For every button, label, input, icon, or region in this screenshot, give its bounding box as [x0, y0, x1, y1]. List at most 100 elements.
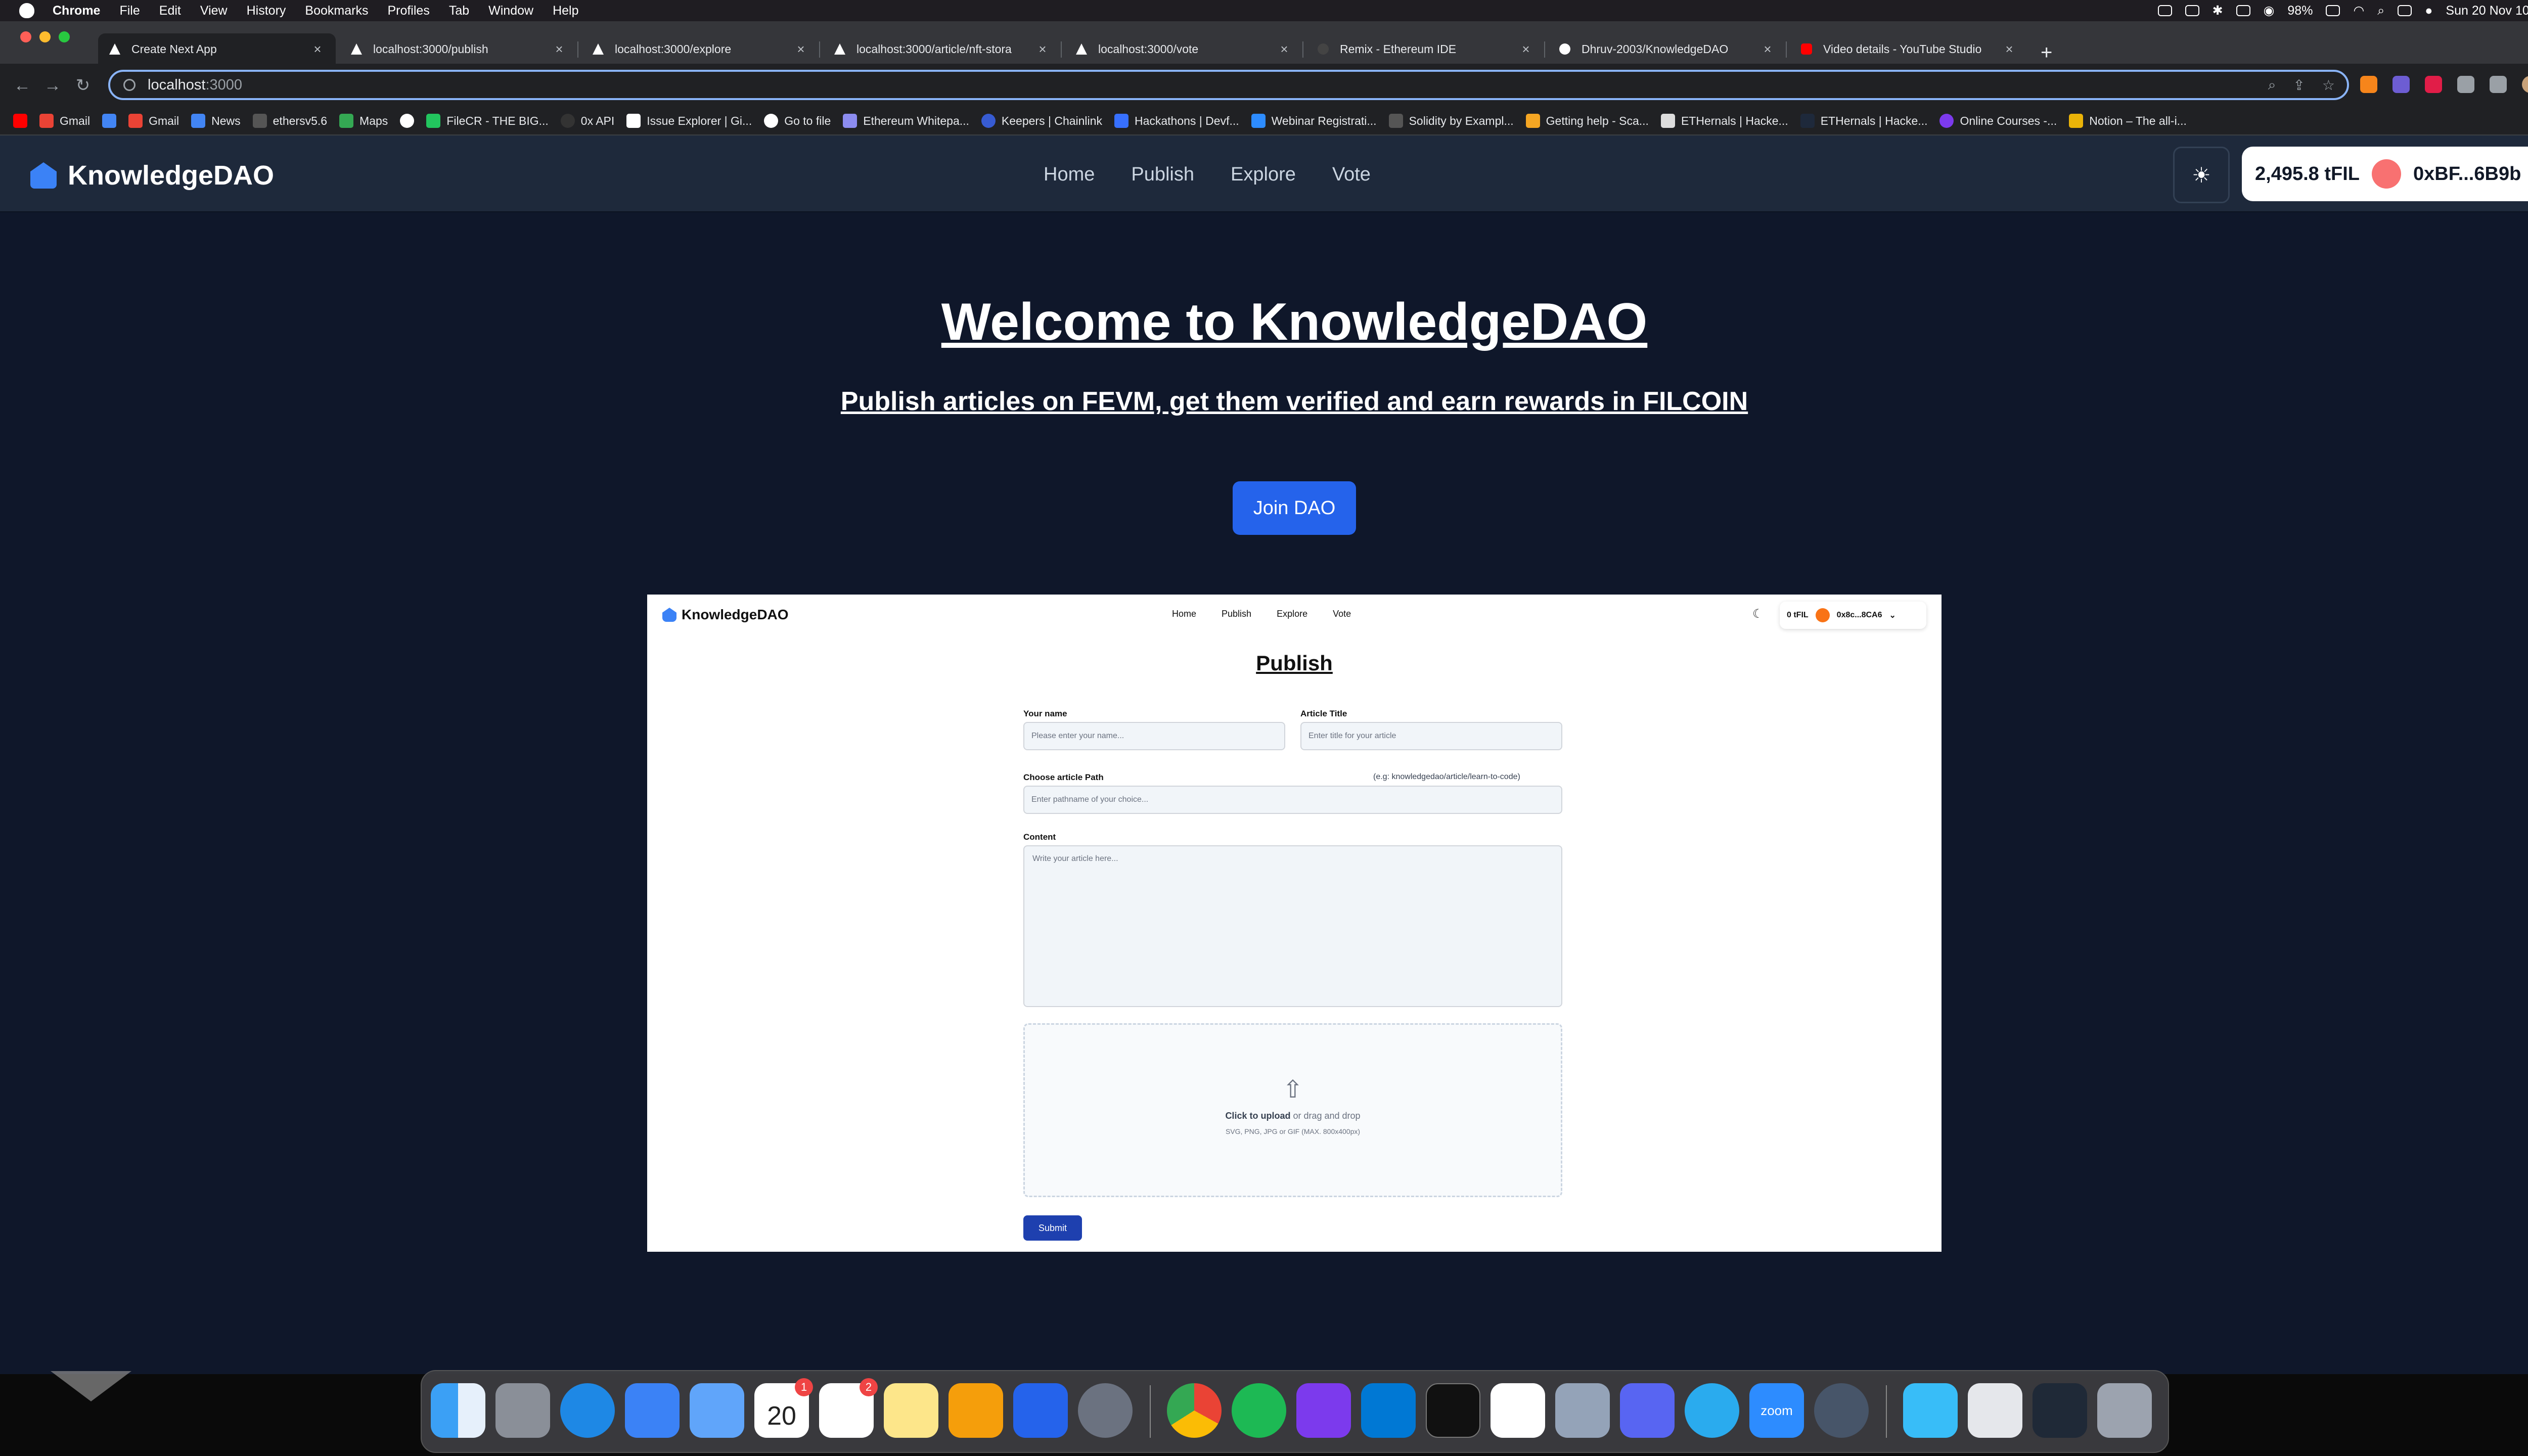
menu-edit[interactable]: Edit — [159, 4, 181, 18]
bookmark-item[interactable] — [400, 114, 415, 128]
bookmark-item[interactable]: News — [191, 114, 241, 128]
discord-icon[interactable] — [1620, 1383, 1675, 1438]
reminders-icon[interactable]: 2 — [819, 1378, 878, 1438]
zoom-icon[interactable]: zoom — [1749, 1383, 1804, 1438]
tab-explore[interactable]: localhost:3000/explore × — [581, 33, 820, 65]
control-center-icon[interactable] — [2398, 5, 2412, 16]
menu-window[interactable]: Window — [488, 4, 533, 18]
reload-icon[interactable]: ↻ — [68, 75, 98, 96]
notes-icon[interactable] — [884, 1383, 938, 1438]
bookmark-item[interactable]: Getting help - Sca... — [1525, 114, 1649, 128]
forward-icon[interactable]: → — [37, 76, 68, 96]
notion-icon[interactable] — [1491, 1383, 1545, 1438]
bluetooth-icon[interactable]: ✱ — [2213, 3, 2223, 18]
close-tab-icon[interactable]: × — [1760, 41, 1775, 57]
battery-icon[interactable] — [2326, 5, 2340, 16]
bookmark-star-icon[interactable]: ☆ — [2322, 77, 2335, 94]
quicktime-icon[interactable] — [1814, 1383, 1869, 1438]
status-icon[interactable] — [2157, 5, 2172, 16]
safari-icon[interactable] — [560, 1383, 615, 1438]
tab-github[interactable]: Dhruv-2003/KnowledgeDAO × — [1548, 33, 1787, 65]
wifi-icon[interactable]: ◠ — [2353, 3, 2364, 18]
menu-profiles[interactable]: Profiles — [387, 4, 429, 18]
tab-remix[interactable]: Remix - Ethereum IDE × — [1306, 33, 1545, 65]
close-tab-icon[interactable]: × — [1035, 41, 1050, 57]
back-icon[interactable]: ← — [7, 76, 37, 96]
mail-icon[interactable] — [625, 1383, 680, 1438]
menu-bookmarks[interactable]: Bookmarks — [305, 4, 368, 18]
app-store-icon[interactable] — [1013, 1383, 1068, 1438]
bookmark-item[interactable] — [102, 114, 117, 128]
system-settings-icon[interactable] — [1078, 1383, 1133, 1438]
new-tab-button[interactable]: + — [2041, 41, 2052, 64]
nav-home[interactable]: Home — [1044, 164, 1095, 186]
play-icon[interactable]: ◉ — [2264, 3, 2275, 18]
close-tab-icon[interactable]: × — [552, 41, 566, 57]
bookmark-item[interactable]: Notion – The all-i... — [2069, 114, 2187, 128]
bookmark-item[interactable]: Maps — [339, 114, 388, 128]
chrome-icon[interactable] — [1167, 1383, 1222, 1438]
vscode-icon[interactable] — [1361, 1383, 1416, 1438]
tab-create-next-app[interactable]: Create Next App × — [98, 33, 336, 65]
wallet-button[interactable]: 2,495.8 tFIL 0xBF...6B9b ⌄ — [2242, 147, 2528, 201]
bookmark-item[interactable]: Ethereum Whitepa... — [843, 114, 969, 128]
status-icon[interactable] — [2236, 5, 2250, 16]
downloads-folder-icon[interactable] — [1903, 1383, 1958, 1438]
metamask-icon[interactable] — [2360, 76, 2377, 93]
close-tab-icon[interactable]: × — [2002, 41, 2016, 57]
menubar-datetime[interactable]: Sun 20 Nov 10:00 PM — [2446, 4, 2528, 18]
bookmark-item[interactable]: ETHernals | Hacke... — [1800, 114, 1927, 128]
nav-vote[interactable]: Vote — [1332, 164, 1371, 186]
bookmark-item[interactable]: Solidity by Exampl... — [1388, 114, 1514, 128]
bookmark-item[interactable]: Gmail — [39, 114, 90, 128]
screenshot-icon[interactable] — [2033, 1383, 2087, 1438]
bookmark-item[interactable]: Issue Explorer | Gi... — [626, 114, 752, 128]
menu-history[interactable]: History — [247, 4, 286, 18]
bookmark-item[interactable]: Gmail — [128, 114, 179, 128]
zoom-icon[interactable]: ⌕ — [2268, 77, 2276, 94]
side-panel-icon[interactable] — [2490, 76, 2507, 93]
bookmark-item[interactable]: Online Courses -... — [1939, 114, 2057, 128]
bookmark-item[interactable]: Go to file — [764, 114, 831, 128]
close-tab-icon[interactable]: × — [1519, 41, 1533, 57]
tab-vote[interactable]: localhost:3000/vote × — [1065, 33, 1303, 65]
spotlight-icon[interactable]: ⌕ — [2377, 4, 2384, 18]
siri-icon[interactable]: ● — [2425, 4, 2432, 18]
bookmark-item[interactable]: Hackathons | Devf... — [1114, 114, 1239, 128]
bookmark-item[interactable]: 0x API — [560, 114, 614, 128]
close-tab-icon[interactable]: × — [794, 41, 808, 57]
status-icon[interactable] — [2185, 5, 2199, 16]
join-dao-button[interactable]: Join DAO — [1233, 481, 1356, 535]
bookmark-item[interactable]: FileCR - THE BIG... — [426, 114, 549, 128]
maps-icon[interactable] — [690, 1383, 744, 1438]
launchpad-icon[interactable] — [495, 1383, 550, 1438]
extension-icon[interactable] — [2425, 76, 2442, 93]
tab-article[interactable]: localhost:3000/article/nft-stora × — [823, 33, 1062, 65]
puzzle-icon[interactable] — [2457, 76, 2474, 93]
site-info-icon[interactable] — [123, 79, 136, 91]
bookmark-youtube[interactable] — [13, 114, 27, 128]
bookmark-item[interactable]: Keepers | Chainlink — [981, 114, 1102, 128]
finder-icon[interactable] — [431, 1383, 485, 1438]
address-bar[interactable]: localhost:3000 ⌕ ⇪ ☆ — [108, 70, 2349, 100]
tab-publish[interactable]: localhost:3000/publish × — [340, 33, 578, 65]
menu-app-name[interactable]: Chrome — [53, 4, 100, 18]
calendar-icon[interactable]: 20 1 — [754, 1378, 813, 1438]
theme-toggle-button[interactable]: ☀ — [2173, 147, 2230, 203]
nav-publish[interactable]: Publish — [1131, 164, 1194, 186]
stack-icon[interactable] — [1968, 1383, 2022, 1438]
brand[interactable]: KnowledgeDAO — [30, 160, 274, 191]
telegram-icon[interactable] — [1685, 1383, 1739, 1438]
app-icon[interactable] — [1296, 1383, 1351, 1438]
menu-tab[interactable]: Tab — [449, 4, 469, 18]
extension-icon[interactable] — [2392, 76, 2410, 93]
pages-icon[interactable] — [949, 1383, 1003, 1438]
menu-help[interactable]: Help — [553, 4, 578, 18]
bookmark-item[interactable]: ETHernals | Hacke... — [1660, 114, 1788, 128]
bookmark-item[interactable]: ethersv5.6 — [252, 114, 327, 128]
trash-icon[interactable] — [2097, 1383, 2152, 1438]
profile-avatar-icon[interactable] — [2522, 76, 2528, 93]
bookmark-item[interactable]: Webinar Registrati... — [1251, 114, 1377, 128]
menu-view[interactable]: View — [200, 4, 228, 18]
share-icon[interactable]: ⇪ — [2293, 77, 2305, 94]
